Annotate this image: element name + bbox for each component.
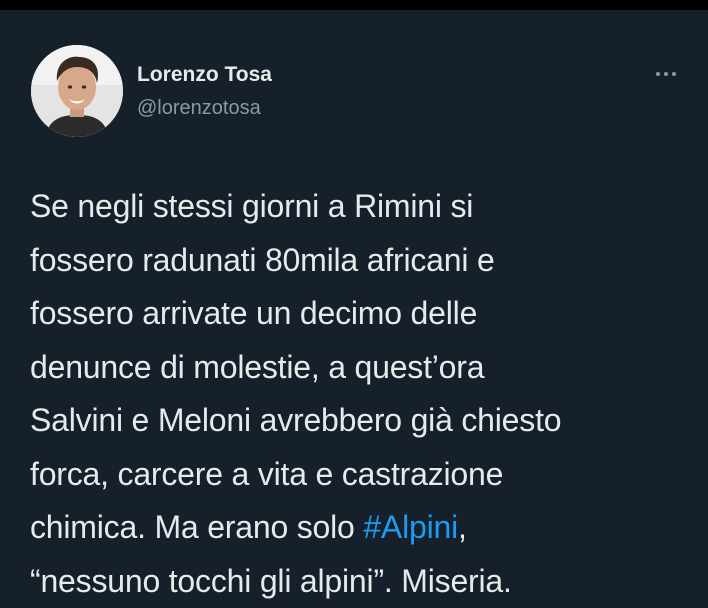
tweet-text: Se negli stessi giorni a Rimini si fosse… <box>30 180 700 608</box>
more-options-button[interactable] <box>646 62 686 86</box>
avatar[interactable] <box>31 45 123 137</box>
more-horizontal-icon-dot <box>672 72 676 76</box>
tweet-line: Se negli stessi giorni a Rimini si <box>30 180 700 234</box>
tweet-line-text: chimica. Ma erano solo <box>30 509 363 545</box>
tweet-line-text: , <box>458 509 467 545</box>
hashtag-link[interactable]: #Alpini <box>363 509 458 545</box>
author-handle[interactable]: @lorenzotosa <box>137 97 261 120</box>
tweet-line: fossero radunati 80mila africani e <box>30 234 700 288</box>
author-name[interactable]: Lorenzo Tosa <box>137 63 272 87</box>
tweet-line: Salvini e Meloni avrebbero già chiesto <box>30 394 700 448</box>
tweet-line: chimica. Ma erano solo #Alpini, <box>30 501 700 555</box>
more-horizontal-icon <box>656 72 660 76</box>
tweet-line: forca, carcere a vita e castrazione <box>30 448 700 502</box>
more-horizontal-icon-dot <box>664 72 668 76</box>
tweet-line: denunce di molestie, a quest’ora <box>30 341 700 395</box>
top-bar <box>0 0 708 10</box>
profile-photo <box>31 45 123 137</box>
tweet-line: fossero arrivate un decimo delle <box>30 287 700 341</box>
